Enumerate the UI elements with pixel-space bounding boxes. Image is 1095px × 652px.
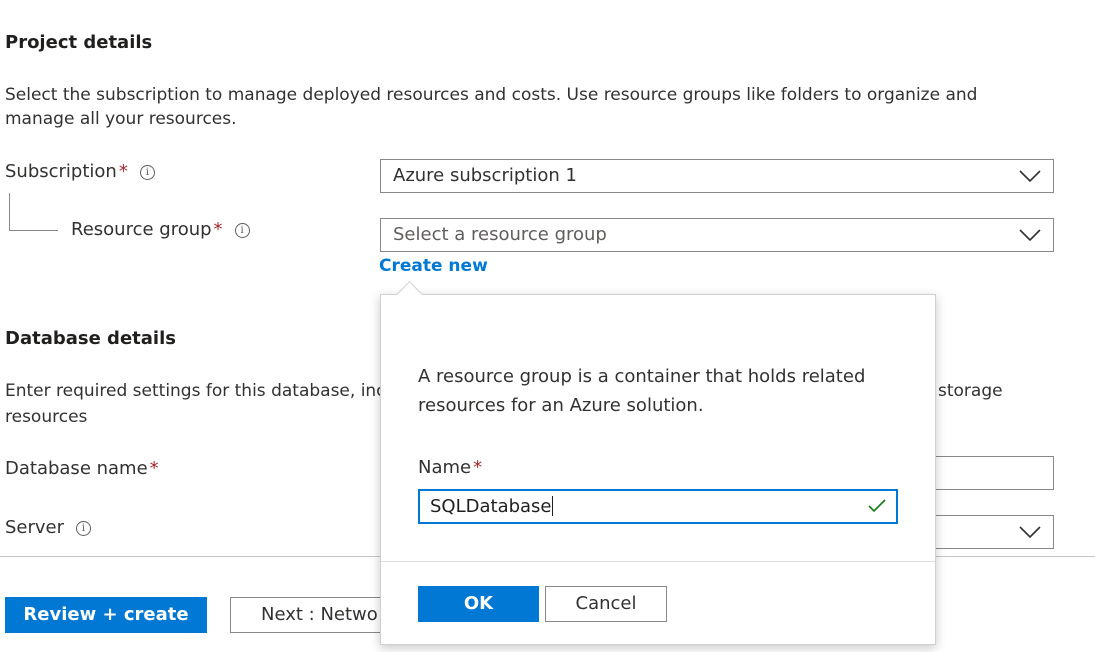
chevron-down-icon	[1019, 526, 1041, 538]
required-asterisk: *	[149, 458, 159, 479]
database-details-description-right: storage	[938, 381, 1003, 401]
next-networking-button[interactable]: Next : Netwo	[230, 597, 390, 633]
cancel-button[interactable]: Cancel	[545, 586, 667, 622]
subscription-value: Azure subscription 1	[393, 165, 577, 186]
resource-group-placeholder: Select a resource group	[393, 224, 607, 245]
create-new-link[interactable]: Create new	[379, 256, 488, 276]
callout-footer-divider	[381, 561, 935, 562]
tree-connector	[9, 193, 58, 231]
resource-group-name-value: SQLDatabase	[430, 496, 552, 517]
database-details-description-line2: resources	[5, 407, 88, 427]
callout-description: A resource group is a container that hol…	[418, 366, 866, 416]
review-create-button[interactable]: Review + create	[5, 597, 207, 633]
project-details-title: Project details	[5, 32, 153, 53]
subscription-label: Subscription	[5, 161, 117, 182]
checkmark-icon	[868, 499, 886, 513]
create-resource-group-callout: A resource group is a container that hol…	[380, 294, 936, 645]
ok-button[interactable]: OK	[418, 586, 539, 622]
resource-group-name-input[interactable]: SQLDatabase	[418, 489, 898, 524]
database-details-description: Enter required settings for this databas…	[5, 381, 386, 401]
required-asterisk: *	[213, 219, 223, 240]
text-cursor	[551, 496, 553, 516]
callout-name-label: Name	[418, 457, 472, 478]
info-icon[interactable]: i	[76, 521, 92, 536]
callout-name-label-row: Name *	[418, 457, 482, 478]
database-name-label: Database name	[5, 458, 148, 479]
database-details-title: Database details	[5, 328, 176, 349]
resource-group-label: Resource group	[71, 219, 212, 240]
required-asterisk: *	[473, 457, 483, 478]
project-details-description: Select the subscription to manage deploy…	[5, 85, 978, 129]
chevron-down-icon	[1019, 170, 1041, 182]
server-label-row: Server i	[5, 517, 92, 538]
info-icon[interactable]: i	[234, 223, 250, 238]
resource-group-label-row: Resource group * i	[71, 219, 250, 240]
database-name-label-row: Database name *	[5, 458, 159, 479]
required-asterisk: *	[118, 161, 128, 182]
resource-group-dropdown[interactable]: Select a resource group	[380, 218, 1054, 252]
server-label: Server	[5, 517, 65, 538]
info-icon[interactable]: i	[139, 165, 155, 180]
subscription-label-row: Subscription * i	[5, 161, 155, 182]
chevron-down-icon	[1019, 229, 1041, 241]
subscription-dropdown[interactable]: Azure subscription 1	[380, 159, 1054, 193]
